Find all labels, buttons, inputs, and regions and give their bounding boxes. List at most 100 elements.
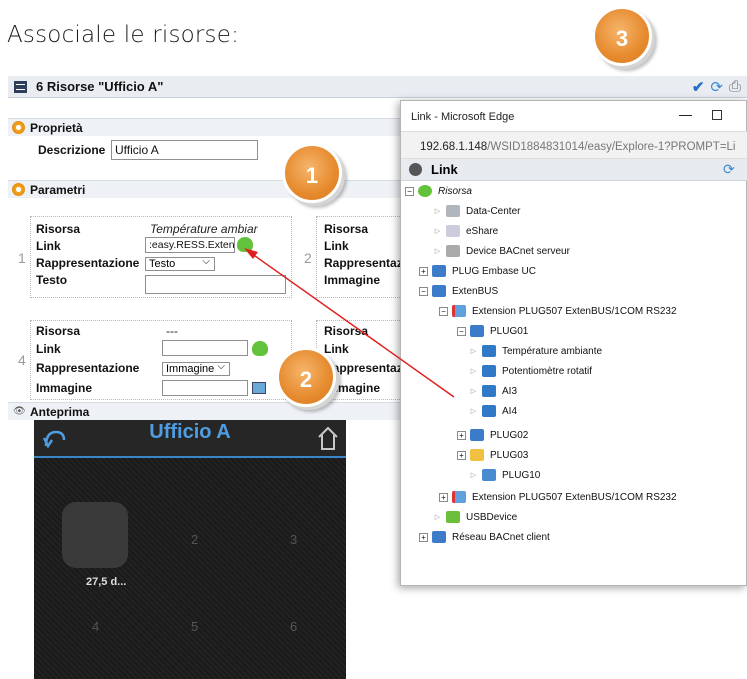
refresh-icon[interactable]: ⟳: [710, 78, 723, 96]
callout-3: 3: [592, 6, 652, 66]
representation-label: Rappresentaz: [324, 256, 403, 270]
tree-node[interactable]: ▷ Température ambiante: [469, 343, 602, 359]
sensor-icon: [482, 405, 496, 417]
refresh-icon[interactable]: ⟳: [723, 161, 735, 178]
image-input[interactable]: [162, 380, 248, 396]
preview-title: Ufficio A: [149, 421, 231, 443]
tree-node[interactable]: + PLUG03: [457, 447, 528, 463]
section-preview: 👁 Anteprima: [8, 402, 400, 420]
risorsa-label: Risorsa: [36, 222, 81, 236]
plug-icon: [482, 469, 496, 481]
sensor-icon: [482, 365, 496, 377]
plug-icon: [470, 449, 484, 461]
risorsa-value: ---: [166, 324, 178, 338]
tree-node[interactable]: + Réseau BACnet client: [419, 529, 550, 545]
description-label: Descrizione: [38, 143, 106, 157]
representation-label: Rappresentazione: [36, 256, 140, 270]
address-host: 192.68.1.148: [420, 141, 488, 153]
link-tree-icon[interactable]: [252, 341, 268, 356]
preview-header: Ufficio A: [34, 420, 346, 458]
extension-icon: [452, 491, 466, 503]
testo-input[interactable]: [145, 275, 286, 294]
extenbus-icon: [432, 285, 446, 297]
link-input[interactable]: :easy.RESS.Exten: [145, 237, 235, 253]
gear-icon: [12, 183, 25, 196]
tree-node[interactable]: ▷ Data-Center: [433, 203, 520, 219]
card-index: 2: [304, 250, 312, 266]
plug-icon: [470, 429, 484, 441]
risorsa-label: Risorsa: [36, 324, 81, 338]
sensor-icon: [482, 345, 496, 357]
print-icon[interactable]: ⎙: [729, 78, 741, 96]
tree-node[interactable]: − Extension PLUG507 ExtenBUS/1COM RS232: [439, 303, 677, 319]
datacenter-icon: [446, 205, 460, 217]
testo-label: Testo: [36, 273, 68, 287]
edge-window-title: Link - Microsoft Edge: [411, 111, 515, 123]
image-label: Immagine: [324, 273, 381, 287]
tile-number: 2: [191, 532, 199, 547]
tree-node[interactable]: ▷ AI3: [469, 383, 517, 399]
home-icon[interactable]: [316, 425, 340, 451]
tile-number: 3: [290, 532, 298, 547]
plug-icon: [432, 265, 446, 277]
address-path: /WSID1884831014/easy/Explore-1?PROMPT=Li: [487, 141, 736, 153]
image-label: Immagine: [36, 381, 93, 395]
tile-number: 6: [290, 619, 298, 634]
address-bar[interactable]: 192.68.1.148/WSID1884831014/easy/Explore…: [401, 131, 747, 159]
link-label: Link: [324, 239, 349, 253]
confirm-check-icon[interactable]: ✔: [692, 78, 705, 96]
tree-node[interactable]: ▷ Potentiomètre rotatif: [469, 363, 592, 379]
preview-panel: Ufficio A 27,5 d... 2 3 4 5 6: [34, 420, 346, 679]
link-panel-header: Link ⟳: [401, 159, 747, 181]
representation-select[interactable]: Testo: [145, 256, 215, 271]
tree-node[interactable]: + PLUG02: [457, 427, 528, 443]
representation-select[interactable]: Immagine: [162, 361, 230, 376]
minimize-button[interactable]: —: [679, 107, 692, 122]
section-properties: Proprietà: [8, 118, 400, 136]
server-icon: [446, 245, 460, 257]
grid-icon: [14, 81, 27, 93]
resource-tile[interactable]: [62, 502, 128, 568]
tree-node[interactable]: − ExtenBUS: [419, 283, 498, 299]
image-picker-icon[interactable]: [252, 382, 266, 394]
callout-1: 1: [282, 143, 342, 203]
description-input[interactable]: Ufficio A: [111, 140, 258, 160]
callout-2: 2: [276, 347, 336, 407]
usb-icon: [446, 511, 460, 523]
plug-icon: [470, 325, 484, 337]
representation-label: Rappresentazione: [36, 361, 140, 375]
tree-node[interactable]: − Risorsa: [405, 183, 472, 199]
card-index: 4: [18, 352, 26, 368]
eye-icon: 👁: [13, 406, 26, 417]
link-label: Link: [324, 342, 349, 356]
tree-node[interactable]: ▷ AI4: [469, 403, 517, 419]
tree-node[interactable]: ▷ PLUG10: [469, 467, 540, 483]
link-input[interactable]: [162, 340, 248, 356]
section-label: Proprietà: [30, 121, 83, 135]
resource-window-titlebar: 6 Risorse "Ufficio A" ✔ ⟳ ⎙: [8, 76, 747, 98]
link-label: Link: [36, 342, 61, 356]
tree-node[interactable]: ▷ Device BACnet serveur: [433, 243, 570, 259]
tree-node[interactable]: + Extension PLUG507 ExtenBUS/1COM RS232: [439, 489, 677, 505]
risorsa-label: Risorsa: [324, 222, 369, 236]
link-icon: [409, 163, 422, 176]
edge-popup-window: Link - Microsoft Edge — 192.68.1.148/WSI…: [400, 100, 747, 586]
tile-value: 27,5 d...: [86, 576, 127, 588]
tree-node[interactable]: − PLUG01: [457, 323, 528, 339]
extension-icon: [452, 305, 466, 317]
resource-icon: [418, 185, 432, 197]
link-label: Link: [36, 239, 61, 253]
tree-node[interactable]: + PLUG Embase UC: [419, 263, 536, 279]
section-label: Anteprima: [30, 405, 90, 419]
network-icon: [432, 531, 446, 543]
tree-node[interactable]: ▷ USBDevice: [433, 509, 517, 525]
tile-number: 4: [92, 619, 100, 634]
card-index: 1: [18, 250, 26, 266]
link-tree-icon[interactable]: [237, 237, 253, 252]
tile-number: 5: [191, 619, 199, 634]
link-panel-title: Link: [431, 162, 458, 177]
maximize-button[interactable]: [712, 110, 722, 120]
sensor-icon: [482, 385, 496, 397]
window-title: 6 Risorse "Ufficio A": [36, 79, 164, 94]
tree-node[interactable]: ▷ eShare: [433, 223, 498, 239]
